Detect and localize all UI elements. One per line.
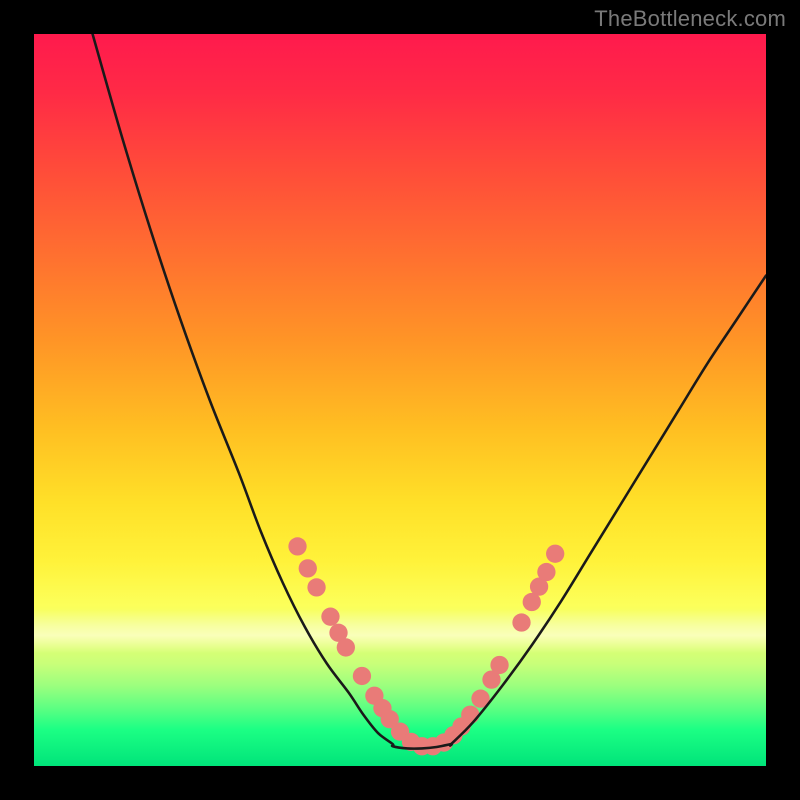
data-dot bbox=[353, 667, 371, 685]
data-dot bbox=[546, 545, 564, 563]
chart-svg bbox=[34, 34, 766, 766]
data-dot bbox=[321, 608, 339, 626]
plot-area bbox=[34, 34, 766, 766]
data-dot bbox=[337, 638, 355, 656]
data-dot bbox=[490, 656, 508, 674]
data-dot bbox=[299, 559, 317, 577]
data-dot bbox=[288, 537, 306, 555]
data-dot bbox=[537, 563, 555, 581]
data-dot bbox=[307, 578, 325, 596]
watermark-text: TheBottleneck.com bbox=[594, 6, 786, 32]
data-dot bbox=[461, 706, 479, 724]
data-dot bbox=[512, 613, 530, 631]
dots-group bbox=[288, 537, 564, 755]
v-curve bbox=[93, 34, 766, 749]
outer-frame: TheBottleneck.com bbox=[0, 0, 800, 800]
